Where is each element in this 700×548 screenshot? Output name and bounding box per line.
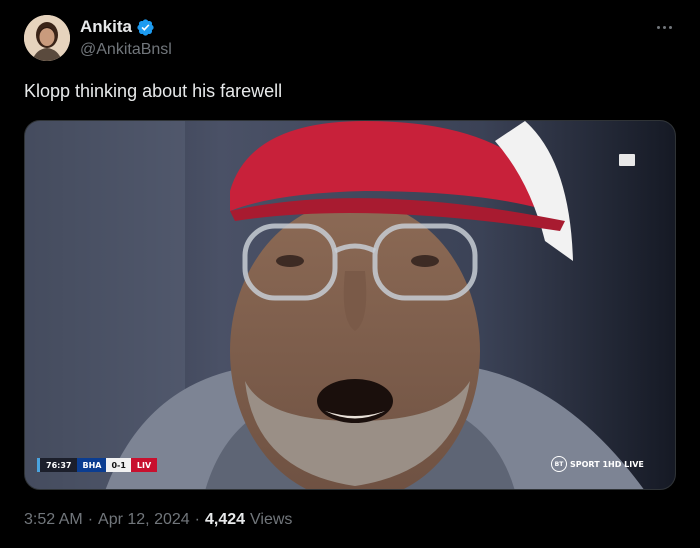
tweet-date[interactable]: Apr 12, 2024: [98, 511, 190, 529]
scorebug-score: 0-1: [106, 458, 131, 472]
more-dot-icon: [662, 25, 666, 29]
avatar[interactable]: [24, 15, 70, 61]
scorebug: 76:37 BHA 0-1 LIV: [37, 458, 158, 472]
more-dot-icon: [668, 25, 672, 29]
scorebug-away-team: LIV: [130, 458, 158, 472]
tweet-meta: 3:52 AM · Apr 12, 2024 · 4,424 Views: [24, 511, 292, 529]
tweet-card: Ankita @AnkitaBnsl Klopp thinking about …: [0, 0, 700, 548]
media-image: [25, 121, 675, 489]
scorebug-home-team: BHA: [77, 458, 107, 472]
author-handle[interactable]: @AnkitaBnsl: [80, 41, 172, 59]
tweet-media[interactable]: 76:37 BHA 0-1 LIV BT SPORT 1HD LIVE: [24, 120, 676, 490]
tweet-text: Klopp thinking about his farewell: [24, 81, 283, 101]
more-options-button[interactable]: [652, 17, 676, 37]
scorebug-clock: 76:37: [40, 458, 78, 472]
author-name-row[interactable]: Ankita: [80, 17, 155, 37]
more-dot-icon: [656, 25, 660, 29]
avatar-image: [24, 15, 70, 61]
bt-logo-icon: BT: [551, 456, 567, 472]
meta-separator: ·: [194, 511, 200, 528]
views-count[interactable]: 4,424: [205, 511, 245, 529]
views-label: Views: [250, 511, 293, 528]
broadcast-corner-icon: [619, 154, 635, 166]
tweet-time[interactable]: 3:52 AM: [24, 511, 83, 529]
broadcaster-logo: BT SPORT 1HD LIVE: [551, 456, 644, 472]
broadcaster-label: SPORT 1HD LIVE: [570, 459, 644, 469]
display-name[interactable]: Ankita: [80, 17, 132, 37]
verified-badge-icon: [136, 18, 155, 37]
meta-separator: ·: [87, 511, 94, 528]
